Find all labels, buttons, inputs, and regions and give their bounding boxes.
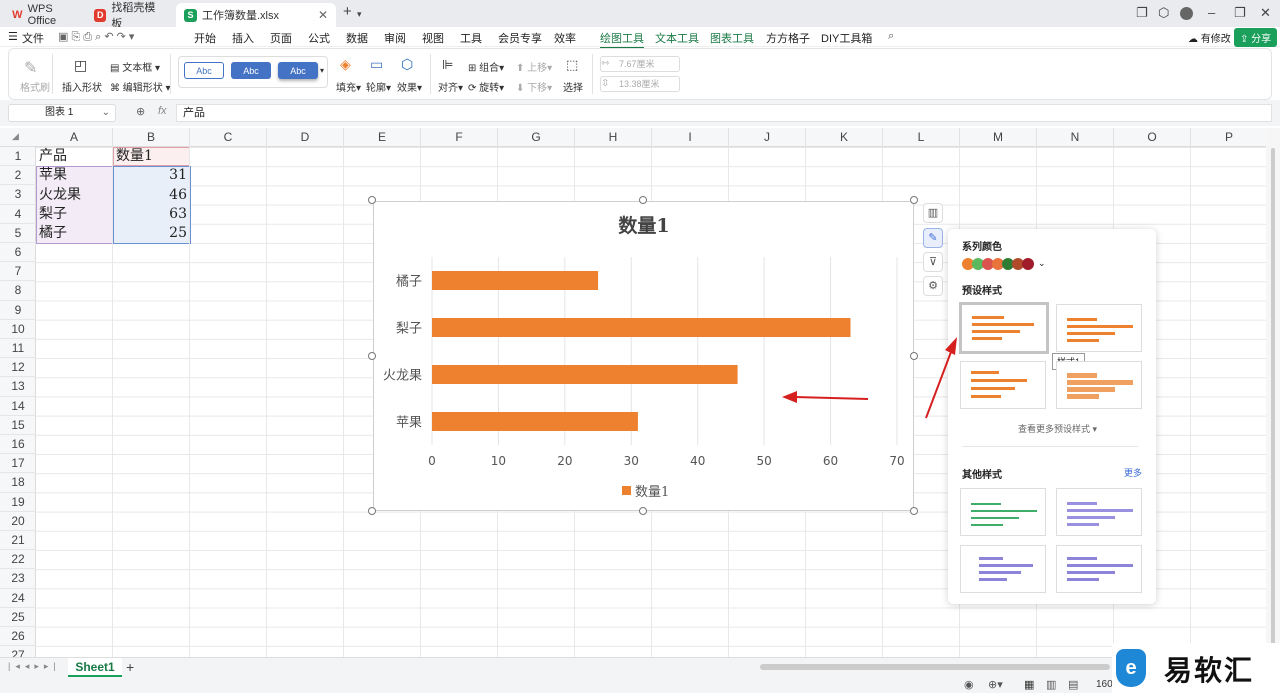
normal-view-icon[interactable]: ▦ bbox=[1024, 678, 1034, 691]
layout-icon[interactable]: ⊕▾ bbox=[988, 678, 1003, 691]
annotation-arrow-panel bbox=[925, 351, 952, 419]
page-layout-icon[interactable]: ▥ bbox=[1046, 678, 1056, 691]
annotation-arrow-chart bbox=[794, 396, 869, 400]
watermark: e 易软汇 bbox=[1112, 643, 1280, 693]
eye-icon[interactable]: ◉ bbox=[964, 678, 974, 691]
sheet-tab-bar: |◂◂▸▸| Sheet1 + bbox=[0, 657, 1280, 677]
annotation-overlay bbox=[782, 337, 957, 419]
annotation-arrowhead bbox=[782, 391, 797, 403]
status-bar: ◉ ⊕▾ ▦ ▥ ▤ 160 bbox=[0, 677, 1280, 693]
horizontal-scrollbar[interactable] bbox=[760, 664, 1110, 670]
watermark-logo-icon: e bbox=[1116, 649, 1146, 687]
sheet-tab-sheet1[interactable]: Sheet1 bbox=[68, 658, 122, 677]
zoom-level[interactable]: 160 bbox=[1096, 679, 1113, 690]
annotation-arrowhead bbox=[945, 337, 957, 355]
add-sheet-icon[interactable]: + bbox=[126, 659, 134, 675]
watermark-text: 易软汇 bbox=[1164, 655, 1255, 686]
page-break-icon[interactable]: ▤ bbox=[1068, 678, 1078, 691]
sheet-nav-icons[interactable]: |◂◂▸▸| bbox=[8, 661, 61, 672]
